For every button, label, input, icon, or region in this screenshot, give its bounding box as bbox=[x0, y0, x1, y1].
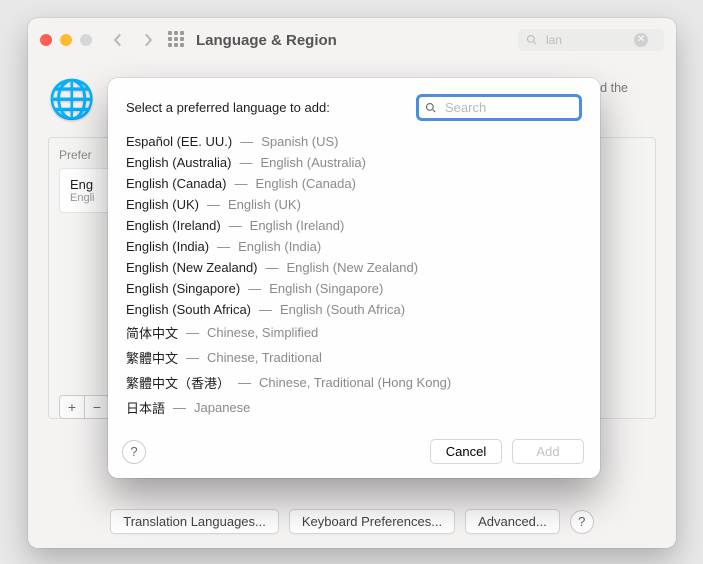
close-window-button[interactable] bbox=[40, 34, 52, 46]
language-native-name: English (Singapore) bbox=[126, 281, 240, 296]
separator: — bbox=[248, 281, 261, 296]
language-option[interactable]: English (UK) — English (UK) bbox=[126, 194, 586, 215]
language-english-name: English (South Africa) bbox=[280, 302, 405, 317]
language-english-name: Chinese, Traditional (Hong Kong) bbox=[259, 375, 451, 390]
fullscreen-window-button[interactable] bbox=[80, 34, 92, 46]
language-native-name: Español (EE. UU.) bbox=[126, 134, 232, 149]
cancel-button[interactable]: Cancel bbox=[430, 439, 502, 464]
search-icon bbox=[425, 102, 437, 114]
language-english-name: English (Canada) bbox=[255, 176, 355, 191]
language-english-name: English (New Zealand) bbox=[287, 260, 419, 275]
language-native-name: 简体中文 bbox=[126, 323, 178, 342]
separator: — bbox=[240, 134, 253, 149]
sheet-search-input[interactable] bbox=[443, 99, 573, 116]
language-native-name: 繁體中文（香港） bbox=[126, 373, 230, 392]
separator: — bbox=[207, 197, 220, 212]
language-english-name: English (Australia) bbox=[261, 155, 367, 170]
separator: — bbox=[217, 239, 230, 254]
language-native-name: English (Canada) bbox=[126, 176, 226, 191]
separator: — bbox=[266, 260, 279, 275]
bottom-button-bar: Translation Languages... Keyboard Prefer… bbox=[28, 509, 676, 534]
language-english-name: Japanese bbox=[194, 400, 250, 415]
separator: — bbox=[240, 155, 253, 170]
minimize-window-button[interactable] bbox=[60, 34, 72, 46]
language-native-name: English (South Africa) bbox=[126, 302, 251, 317]
language-option[interactable]: 繁體中文（香港） — Chinese, Traditional (Hong Kong… bbox=[126, 370, 586, 395]
language-native-name: 繁體中文 bbox=[126, 348, 178, 367]
globe-flag-icon: 🌐 bbox=[48, 81, 95, 119]
language-native-name: English (New Zealand) bbox=[126, 260, 258, 275]
language-english-name: Spanish (US) bbox=[261, 134, 338, 149]
toolbar-search-input[interactable] bbox=[544, 32, 628, 48]
language-option[interactable]: Español (EE. UU.) — Spanish (US) bbox=[126, 131, 586, 152]
language-list[interactable]: Español (EE. UU.) — Spanish (US) English (A… bbox=[108, 131, 596, 427]
language-option[interactable]: English (India) — English (India) bbox=[126, 236, 586, 257]
language-english-name: English (India) bbox=[238, 239, 321, 254]
language-option[interactable]: English (New Zealand) — English (New Zeala… bbox=[126, 257, 586, 278]
forward-button[interactable] bbox=[138, 30, 158, 50]
window-controls bbox=[40, 34, 92, 46]
language-english-name: Chinese, Simplified bbox=[207, 325, 318, 340]
add-language-sheet: Select a preferred language to add: Espa… bbox=[108, 78, 600, 478]
separator: — bbox=[234, 176, 247, 191]
separator: — bbox=[186, 325, 199, 340]
separator: — bbox=[259, 302, 272, 317]
language-option[interactable]: 简体中文 — Chinese, Simplified bbox=[126, 320, 586, 345]
separator: — bbox=[238, 375, 251, 390]
back-button[interactable] bbox=[108, 30, 128, 50]
show-all-button[interactable] bbox=[168, 31, 186, 49]
remove-language-button[interactable]: − bbox=[85, 395, 110, 419]
language-option[interactable]: English (Australia) — English (Australia) bbox=[126, 152, 586, 173]
sheet-prompt: Select a preferred language to add: bbox=[126, 100, 402, 115]
sheet-help-button[interactable]: ? bbox=[122, 440, 146, 464]
separator: — bbox=[173, 400, 186, 415]
language-option[interactable]: English (Canada) — English (Canada) bbox=[126, 173, 586, 194]
toolbar-search[interactable]: ✕ bbox=[518, 29, 664, 51]
language-native-name: 日本語 bbox=[126, 398, 165, 417]
add-button[interactable]: Add bbox=[512, 439, 584, 464]
language-native-name: English (UK) bbox=[126, 197, 199, 212]
language-native-name: English (Australia) bbox=[126, 155, 232, 170]
language-option[interactable]: English (Singapore) — English (Singapore) bbox=[126, 278, 586, 299]
help-button[interactable]: ? bbox=[570, 510, 594, 534]
separator: — bbox=[229, 218, 242, 233]
language-native-name: English (Ireland) bbox=[126, 218, 221, 233]
language-option[interactable]: 日本語 — Japanese bbox=[126, 395, 586, 420]
language-option[interactable]: English (South Africa) — English (South Af… bbox=[126, 299, 586, 320]
language-english-name: English (Singapore) bbox=[269, 281, 383, 296]
advanced-button[interactable]: Advanced... bbox=[465, 509, 560, 534]
language-english-name: English (Ireland) bbox=[250, 218, 345, 233]
titlebar: Language & Region ✕ bbox=[28, 18, 676, 63]
page-title: Language & Region bbox=[196, 32, 337, 49]
language-option[interactable]: 繁體中文 — Chinese, Traditional bbox=[126, 345, 586, 370]
language-english-name: Chinese, Traditional bbox=[207, 350, 322, 365]
language-english-name: English (UK) bbox=[228, 197, 301, 212]
add-language-button[interactable]: + bbox=[59, 395, 85, 419]
language-option[interactable]: English (Ireland) — English (Ireland) bbox=[126, 215, 586, 236]
language-native-name: English (India) bbox=[126, 239, 209, 254]
keyboard-preferences-button[interactable]: Keyboard Preferences... bbox=[289, 509, 455, 534]
search-icon bbox=[526, 34, 538, 46]
separator: — bbox=[186, 350, 199, 365]
translation-languages-button[interactable]: Translation Languages... bbox=[110, 509, 279, 534]
sheet-search[interactable] bbox=[416, 94, 582, 121]
clear-search-button[interactable]: ✕ bbox=[634, 33, 648, 47]
